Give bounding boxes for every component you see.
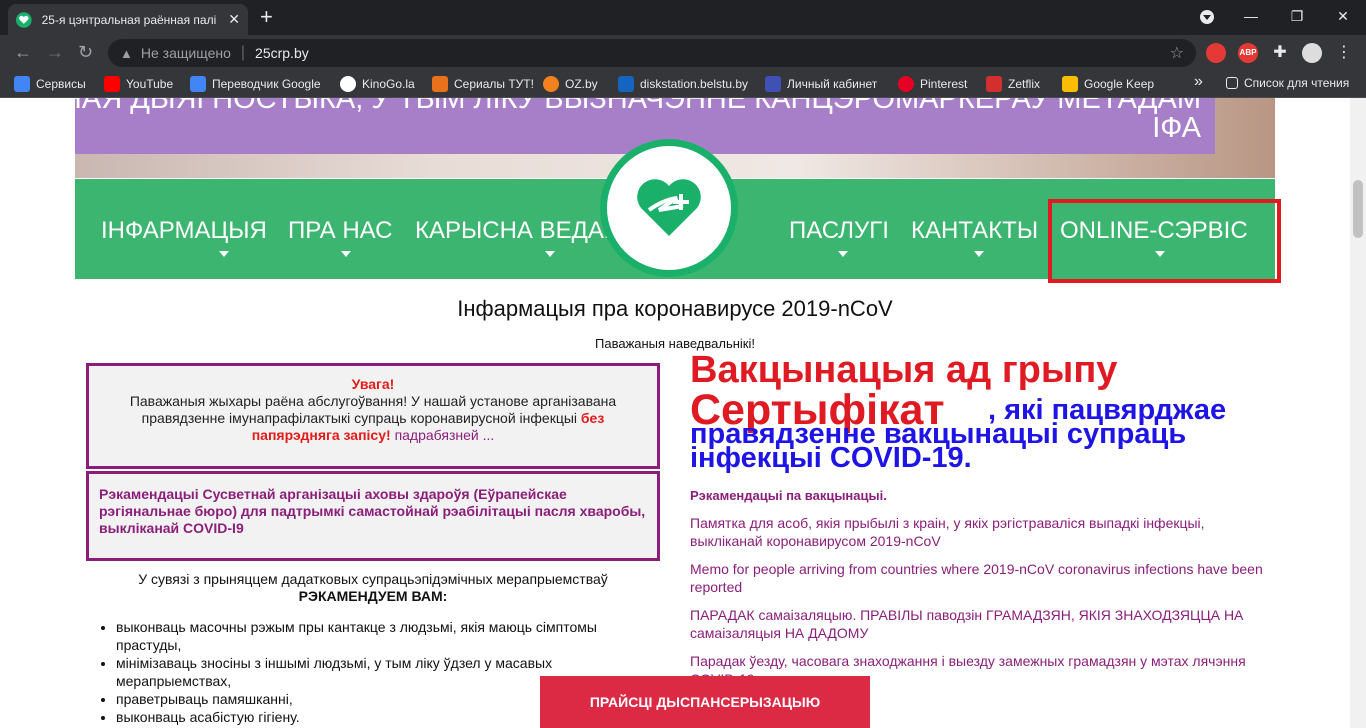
side-link[interactable]: Памятка для асоб, якія прыбылі з краін, … <box>690 514 1270 550</box>
notice-text: Паважаныя жыхары раёна абслугоўвання! У … <box>129 393 617 426</box>
shield-icon <box>765 76 781 92</box>
youtube-icon <box>104 76 120 92</box>
flu-vaccination-link[interactable]: Вакцынацыя ад грыпу <box>690 351 1117 389</box>
measures-text: У сувязі з прыняццем дадатковых супрацьэ… <box>138 571 608 587</box>
certificate-description[interactable]: , які пацвярджае правядзенне вакцынацыі … <box>690 396 1270 473</box>
chevron-down-icon[interactable] <box>341 251 351 257</box>
online-service-highlight <box>1048 199 1281 283</box>
apps-grid-icon <box>14 76 30 92</box>
dsm-icon <box>618 76 634 92</box>
measures-intro: У сувязі з прыняццем дадатковых супрацьэ… <box>86 571 660 605</box>
heart-cross-logo-icon <box>637 179 701 236</box>
tab-close-icon[interactable]: ✕ <box>228 11 240 28</box>
address-bar[interactable]: ▲ Не защищено | 25crp.by ☆ <box>108 39 1196 67</box>
close-window-button[interactable]: ✕ <box>1320 8 1366 25</box>
chevron-down-icon[interactable] <box>974 251 984 257</box>
bookmark-star-icon[interactable]: ☆ <box>1170 43 1184 63</box>
oz-icon <box>543 76 559 92</box>
measures-heading: РЭКАМЕНДУЕМ ВАМ: <box>298 588 448 604</box>
page-scrollbar[interactable] <box>1350 98 1366 728</box>
bookmarks-overflow[interactable]: » <box>1194 73 1203 91</box>
page-content: ЛАБАРАТОРНАЯ ДЫЯГНОСТЫКА, У ТЫМ ЛІКУ ВЫЗ… <box>0 98 1350 728</box>
url-separator: | <box>240 44 246 61</box>
url-text[interactable]: 25crp.by <box>255 45 309 61</box>
warning-icon[interactable]: ▲ <box>120 46 133 61</box>
target-extension-icon[interactable] <box>1206 43 1226 63</box>
reading-list[interactable]: Список для чтения <box>1226 76 1349 90</box>
forward-arrow-icon[interactable]: → <box>46 43 64 61</box>
side-link[interactable]: ПАРАДАК самаізаляцыю. ПРАВІЛЫ паводзін Г… <box>690 606 1270 642</box>
bookmark-google-keep[interactable]: Google Keep <box>1062 76 1154 92</box>
bookmark-serials[interactable]: Сериалы ТУТ! <box>432 76 534 92</box>
notice-more-link[interactable]: падрабязней ... <box>395 427 495 443</box>
who-recommendations-link[interactable]: Рэкамендацыі Сусветнай арганізацыі аховы… <box>99 486 645 536</box>
keep-icon <box>1062 76 1078 92</box>
browser-toolbar: ← → ↻ ▲ Не защищено | 25crp.by ☆ ABP ✚ ⋮ <box>0 35 1366 71</box>
chevron-down-icon[interactable] <box>545 251 555 257</box>
notice-box: Увага! Паважаныя жыхары раёна абслугоўва… <box>86 363 660 469</box>
who-recommendations-box[interactable]: Рэкамендацыі Сусветнай арганізацыі аховы… <box>86 471 660 561</box>
bookmark-youtube[interactable]: YouTube <box>104 76 173 92</box>
page-title: Інфармацыя пра коронавирусе 2019-nCoV <box>457 296 893 321</box>
bookmark-services[interactable]: Сервисы <box>14 76 86 92</box>
not-secure-label[interactable]: Не защищено <box>141 45 231 61</box>
bookmark-cabinet[interactable]: Личный кабинет <box>765 76 877 92</box>
bookmarks-bar: Сервисы YouTube Переводчик Google KinoGo… <box>0 71 1366 98</box>
minimize-button[interactable]: — <box>1228 8 1274 24</box>
bookmark-diskstation[interactable]: diskstation.belstu.by <box>618 76 748 92</box>
tab-title: 25-я цэнтральная раённая палі <box>41 12 217 27</box>
tab-search-icon[interactable] <box>1200 10 1214 24</box>
heart-favicon-icon <box>16 11 32 28</box>
greeting: Паважаныя наведвальнікі! <box>595 336 755 351</box>
bookmark-oz[interactable]: OZ.by <box>543 76 598 92</box>
chevron-down-icon[interactable] <box>838 251 848 257</box>
pinterest-icon <box>898 76 914 92</box>
maximize-button[interactable]: ❐ <box>1274 8 1320 25</box>
nav-about[interactable]: ПРА НАС <box>288 217 392 245</box>
serials-icon <box>432 76 448 92</box>
dispensary-button[interactable]: ПРАЙСЦІ ДЫСПАНСЕРЫЗАЦЫЮ <box>540 676 870 728</box>
vaccination-recommendations-title[interactable]: Рэкамендацыі па вакцынацыі. <box>690 488 887 503</box>
kinogo-icon <box>340 76 356 92</box>
notice-title: Увага! <box>351 376 395 392</box>
extensions-puzzle-icon[interactable]: ✚ <box>1270 43 1290 63</box>
reload-icon[interactable]: ↻ <box>78 43 93 61</box>
bookmark-google-translate[interactable]: Переводчик Google <box>190 76 321 92</box>
chevron-down-icon[interactable] <box>219 251 229 257</box>
banner-line-1: ЛАБАРАТОРНАЯ ДЫЯГНОСТЫКА, У ТЫМ ЛІКУ ВЫЗ… <box>75 98 1201 115</box>
reading-list-icon <box>1226 77 1238 89</box>
menu-kebab-icon[interactable]: ⋮ <box>1334 43 1354 63</box>
bookmark-kinogo[interactable]: KinoGo.la <box>340 76 415 92</box>
back-arrow-icon[interactable]: ← <box>14 43 32 61</box>
nav-contacts[interactable]: КАНТАКТЫ <box>911 217 1038 245</box>
side-link[interactable]: Memo for people arriving from countries … <box>690 560 1270 596</box>
bookmark-pinterest[interactable]: Pinterest <box>898 76 967 92</box>
nav-information[interactable]: ІНФАРМАЦЫЯ <box>101 217 267 245</box>
site-logo[interactable] <box>600 139 738 277</box>
translate-icon <box>190 76 206 92</box>
nav-services[interactable]: ПАСЛУГІ <box>789 217 889 245</box>
profile-avatar[interactable] <box>1302 43 1322 63</box>
scrollbar-thumb[interactable] <box>1353 180 1363 238</box>
new-tab-button[interactable]: + <box>260 6 273 28</box>
active-tab[interactable]: 25-я цэнтральная раённая палі ✕ <box>8 4 248 35</box>
adblock-extension-icon[interactable]: ABP <box>1238 43 1258 63</box>
zetflix-icon <box>986 76 1002 92</box>
tab-strip: 25-я цэнтральная раённая палі ✕ + — ❐ ✕ <box>0 0 1366 35</box>
list-item: выконваць масочны рэжым пры кантакце з л… <box>116 618 618 654</box>
bookmark-zetflix[interactable]: Zetflix <box>986 76 1040 92</box>
window-controls: — ❐ ✕ <box>1228 0 1366 32</box>
banner-line-2: ІФА <box>1152 112 1201 144</box>
